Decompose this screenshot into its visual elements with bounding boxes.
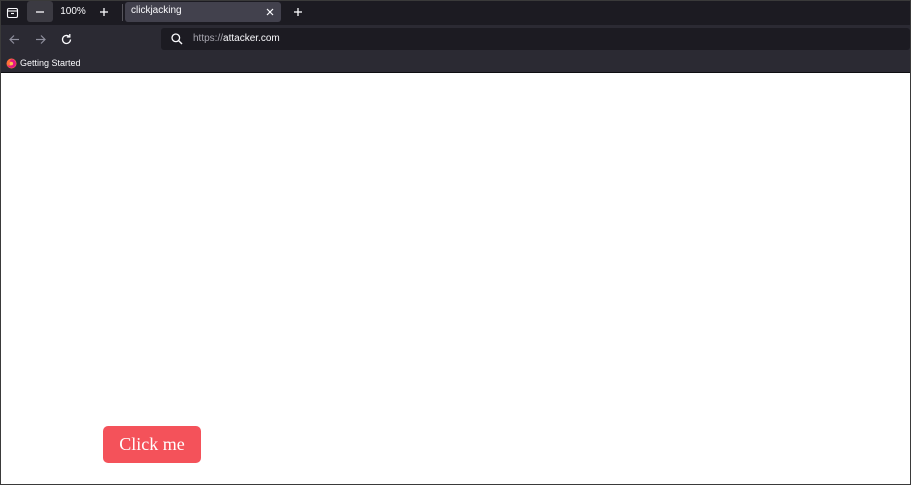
page-content: Click me — [1, 73, 910, 484]
search-icon — [171, 33, 183, 45]
zoom-level[interactable]: 100% — [53, 6, 93, 17]
reload-button[interactable] — [57, 30, 75, 48]
tab-strip: 100% clickjacking — [1, 1, 910, 25]
bookmark-getting-started[interactable]: Getting Started — [6, 56, 81, 70]
zoom-in-button[interactable] — [93, 1, 115, 22]
navigation-toolbar: https://attacker.com — [1, 25, 910, 54]
tab-list-icon — [6, 7, 19, 19]
minus-icon — [36, 10, 44, 13]
browser-window: 100% clickjacking https://attacker.com G… — [0, 0, 911, 485]
tab-clickjacking[interactable]: clickjacking — [125, 2, 281, 22]
arrow-left-icon — [8, 34, 19, 44]
forward-button[interactable] — [31, 30, 49, 48]
plus-icon — [100, 7, 108, 16]
tab-list-button[interactable] — [4, 4, 21, 21]
zoom-out-button[interactable] — [27, 1, 53, 22]
new-tab-button[interactable] — [289, 3, 306, 20]
zoom-controls: 100% — [27, 1, 115, 22]
bookmark-label: Getting Started — [20, 58, 81, 68]
back-button[interactable] — [5, 30, 23, 48]
click-me-button[interactable]: Click me — [103, 426, 201, 463]
tab-close-button[interactable] — [264, 6, 275, 17]
firefox-icon — [6, 58, 17, 68]
url-host: attacker.com — [223, 33, 280, 44]
tab-title: clickjacking — [131, 5, 182, 16]
reload-icon — [61, 33, 71, 44]
url-scheme: https:// — [193, 33, 224, 44]
plus-icon — [293, 7, 302, 16]
toolbar-separator — [122, 4, 123, 21]
bookmarks-toolbar: Getting Started — [1, 54, 910, 73]
url-bar[interactable]: https://attacker.com — [161, 28, 910, 50]
close-icon — [266, 8, 273, 15]
arrow-right-icon — [35, 34, 46, 44]
url-text[interactable]: https://attacker.com — [193, 33, 280, 44]
